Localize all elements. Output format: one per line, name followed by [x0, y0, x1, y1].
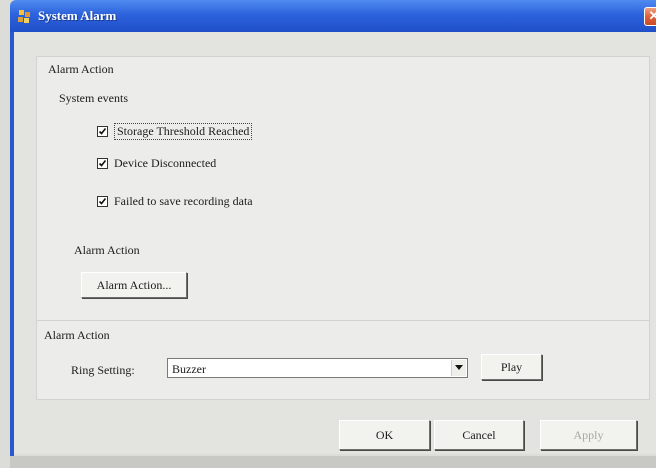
ring-setting-label: Ring Setting:: [71, 363, 135, 377]
alarm-action-button[interactable]: Alarm Action...: [81, 272, 187, 298]
title-bar[interactable]: System Alarm ✕: [10, 0, 656, 32]
checkbox-failed-save[interactable]: Failed to save recording data: [97, 194, 253, 209]
checkbox[interactable]: [97, 126, 108, 137]
checkbox-storage-threshold[interactable]: Storage Threshold Reached: [97, 123, 253, 140]
group-title: Alarm Action: [44, 328, 110, 342]
alarm-action-group: Alarm Action System events Storage Thres…: [36, 56, 650, 336]
ring-setting-group: Alarm Action Ring Setting: Buzzer Play: [36, 320, 650, 400]
dialog-body: Alarm Action System events Storage Thres…: [14, 32, 656, 454]
dropdown-arrow-icon[interactable]: [451, 360, 466, 376]
group-title: Alarm Action: [48, 62, 114, 76]
cancel-button[interactable]: Cancel: [434, 420, 524, 450]
ok-button[interactable]: OK: [339, 420, 430, 450]
apply-button[interactable]: Apply: [540, 420, 637, 450]
close-button[interactable]: ✕: [644, 7, 656, 26]
checkbox-device-disconnected[interactable]: Device Disconnected: [97, 156, 216, 171]
window-bottom-border: [10, 456, 656, 468]
checkbox[interactable]: [97, 196, 108, 207]
checkbox[interactable]: [97, 158, 108, 169]
alarm-action-label: Alarm Action: [74, 243, 140, 257]
checkbox-label: Device Disconnected: [114, 156, 217, 170]
system-events-label: System events: [59, 91, 128, 105]
play-button[interactable]: Play: [481, 354, 542, 380]
ring-setting-select[interactable]: Buzzer: [167, 358, 468, 378]
checkbox-label: Storage Threshold Reached: [114, 123, 253, 140]
checkbox-label: Failed to save recording data: [114, 194, 253, 208]
ring-setting-value: Buzzer: [172, 362, 206, 376]
close-icon: ✕: [648, 8, 656, 23]
window-title: System Alarm: [38, 8, 117, 23]
app-icon: [16, 8, 32, 24]
